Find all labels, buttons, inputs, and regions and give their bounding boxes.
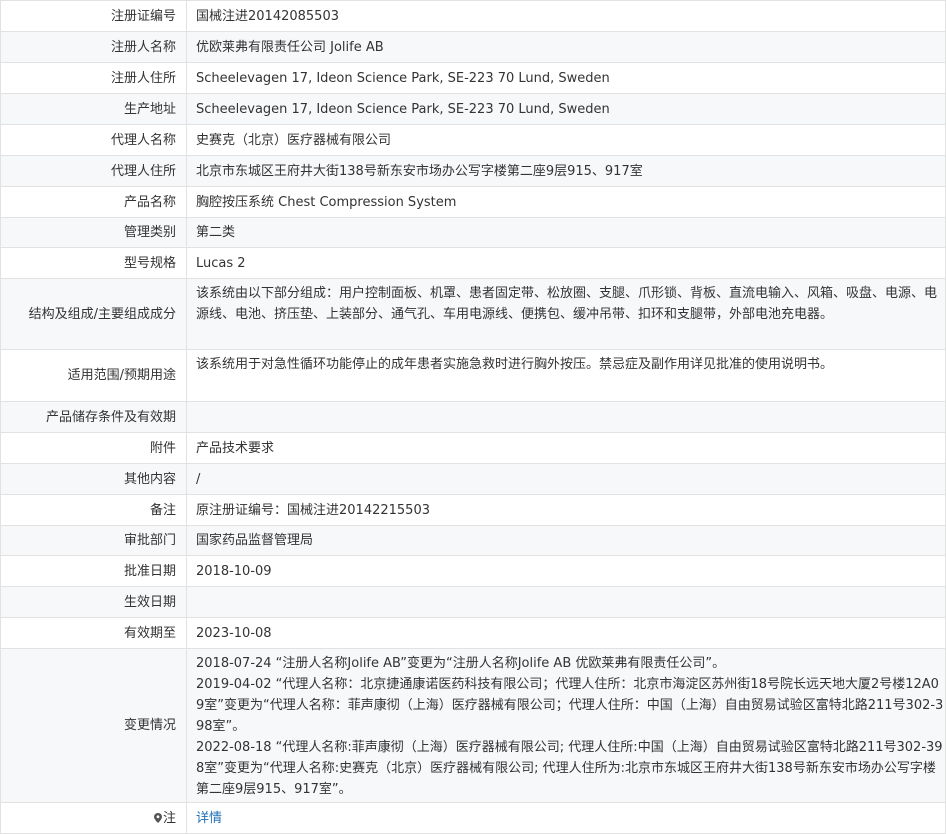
table-row: 有效期至 2023-10-08 (0, 617, 946, 649)
row-value: 原注册证编号：国械注进20142215503 (186, 494, 946, 526)
registration-table: 注册证编号 国械注进20142085503 注册人名称 优欧莱弗有限责任公司 J… (0, 0, 946, 834)
table-row: 其他内容 / (0, 463, 946, 495)
change-entry: 2019-04-02 “代理人名称：北京捷通康诺医药科技有限公司；代理人住所：北… (196, 677, 944, 734)
row-value: Lucas 2 (186, 247, 946, 279)
row-label: 结构及组成/主要组成成分 (0, 278, 187, 350)
table-row: 注册证编号 国械注进20142085503 (0, 0, 946, 32)
table-row: 管理类别 第二类 (0, 217, 946, 248)
changes-label: 变更情况 (0, 648, 187, 803)
table-row-note: 注 详情 (0, 802, 946, 834)
table-row: 型号规格 Lucas 2 (0, 247, 946, 279)
row-label: 型号规格 (0, 247, 187, 279)
row-label: 生效日期 (0, 586, 187, 618)
row-value: 史赛克（北京）医疗器械有限公司 (186, 124, 946, 156)
table-row: 适用范围/预期用途 该系统用于对急性循环功能停止的成年患者实施急救时进行胸外按压… (0, 349, 946, 402)
row-label: 产品储存条件及有效期 (0, 401, 187, 433)
note-label-cell: 注 (0, 802, 187, 834)
table-row: 代理人名称 史赛克（北京）医疗器械有限公司 (0, 124, 946, 156)
row-label: 代理人名称 (0, 124, 187, 156)
change-entry: 2022-08-18 “代理人名称:菲声康彻（上海）医疗器械有限公司; 代理人住… (196, 740, 943, 797)
row-label: 附件 (0, 432, 187, 464)
table-row: 附件 产品技术要求 (0, 432, 946, 464)
row-value: 国械注进20142085503 (186, 0, 946, 32)
change-entry: 2018-07-24 “注册人名称Jolife AB”变更为“注册人名称Joli… (196, 656, 726, 671)
row-value: 优欧莱弗有限责任公司 Jolife AB (186, 31, 946, 63)
row-label: 产品名称 (0, 186, 187, 218)
row-label: 适用范围/预期用途 (0, 349, 187, 402)
row-label: 批准日期 (0, 555, 187, 587)
row-label: 代理人住所 (0, 155, 187, 187)
row-value: 2023-10-08 (186, 617, 946, 649)
row-value: 2018-10-09 (186, 555, 946, 587)
row-label: 注册人住所 (0, 62, 187, 94)
note-value: 详情 (186, 802, 946, 834)
row-label: 有效期至 (0, 617, 187, 649)
map-pin-icon (153, 812, 162, 823)
row-value: 国家药品监督管理局 (186, 525, 946, 556)
row-value: 第二类 (186, 217, 946, 248)
row-label: 审批部门 (0, 525, 187, 556)
row-value: 该系统用于对急性循环功能停止的成年患者实施急救时进行胸外按压。禁忌症及副作用详见… (186, 349, 946, 402)
row-label: 备注 (0, 494, 187, 526)
row-label: 注册人名称 (0, 31, 187, 63)
table-row: 注册人住所 Scheelevagen 17, Ideon Science Par… (0, 62, 946, 94)
row-label: 管理类别 (0, 217, 187, 248)
table-row: 结构及组成/主要组成成分 该系统由以下部分组成：用户控制面板、机罩、患者固定带、… (0, 278, 946, 350)
row-value: Scheelevagen 17, Ideon Science Park, SE-… (186, 93, 946, 125)
row-label: 生产地址 (0, 93, 187, 125)
details-link[interactable]: 详情 (196, 811, 222, 826)
table-row: 审批部门 国家药品监督管理局 (0, 525, 946, 556)
row-value: 胸腔按压系统 Chest Compression System (186, 186, 946, 218)
row-label: 其他内容 (0, 463, 187, 495)
row-value: 北京市东城区王府井大街138号新东安市场办公写字楼第二座9层915、917室 (186, 155, 946, 187)
table-row: 产品名称 胸腔按压系统 Chest Compression System (0, 186, 946, 218)
table-row-changes: 变更情况 2018-07-24 “注册人名称Jolife AB”变更为“注册人名… (0, 648, 946, 803)
table-row: 生产地址 Scheelevagen 17, Ideon Science Park… (0, 93, 946, 125)
row-value: Scheelevagen 17, Ideon Science Park, SE-… (186, 62, 946, 94)
row-label: 注册证编号 (0, 0, 187, 32)
row-value (186, 586, 946, 618)
note-label: 注 (162, 810, 176, 826)
row-value (186, 401, 946, 433)
table-row: 生效日期 (0, 586, 946, 618)
row-value: 该系统由以下部分组成：用户控制面板、机罩、患者固定带、松放圈、支腿、爪形锁、背板… (186, 278, 946, 350)
table-row: 注册人名称 优欧莱弗有限责任公司 Jolife AB (0, 31, 946, 63)
table-row: 批准日期 2018-10-09 (0, 555, 946, 587)
table-row: 代理人住所 北京市东城区王府井大街138号新东安市场办公写字楼第二座9层915、… (0, 155, 946, 187)
table-row: 备注 原注册证编号：国械注进20142215503 (0, 494, 946, 526)
row-value: 产品技术要求 (186, 432, 946, 464)
changes-value: 2018-07-24 “注册人名称Jolife AB”变更为“注册人名称Joli… (186, 648, 946, 803)
table-row: 产品储存条件及有效期 (0, 401, 946, 433)
row-value: / (186, 463, 946, 495)
